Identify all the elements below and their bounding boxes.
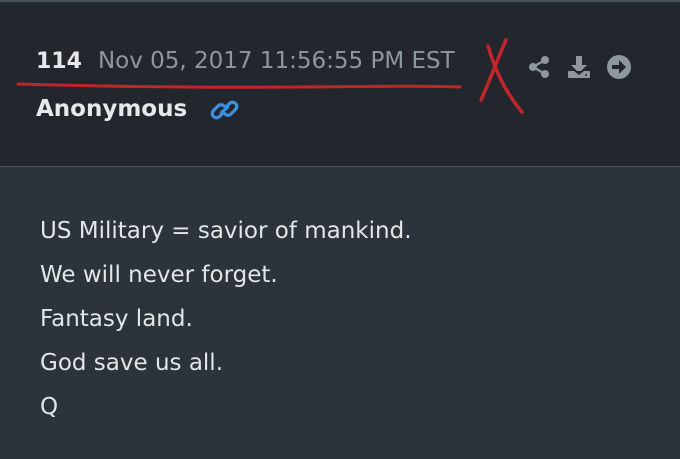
message-line: Fantasy land. (40, 306, 193, 332)
arrow-right-circle-icon[interactable] (606, 54, 632, 80)
post-meta: 114 Nov 05, 2017 11:56:55 PM EST (36, 48, 455, 84)
download-icon[interactable] (566, 54, 592, 80)
post-header: 114 Nov 05, 2017 11:56:55 PM EST Anonymo… (0, 4, 680, 167)
message-line: God save us all. (40, 350, 224, 376)
post-actions (526, 52, 632, 82)
post-number[interactable]: 114 (36, 49, 82, 74)
post-date: Nov 05, 2017 11:56:55 PM EST (97, 48, 455, 74)
share-icon[interactable] (526, 54, 552, 80)
link-icon[interactable] (210, 96, 240, 124)
message-line: Q (40, 394, 59, 420)
author-name: Anonymous (36, 96, 188, 122)
message-line: We will never forget. (40, 262, 278, 288)
post-card: 114 Nov 05, 2017 11:56:55 PM EST Anonymo… (0, 0, 680, 459)
message-line: US Military = savior of mankind. (40, 218, 412, 244)
post-message: US Military = savior of mankind. We will… (40, 215, 412, 435)
